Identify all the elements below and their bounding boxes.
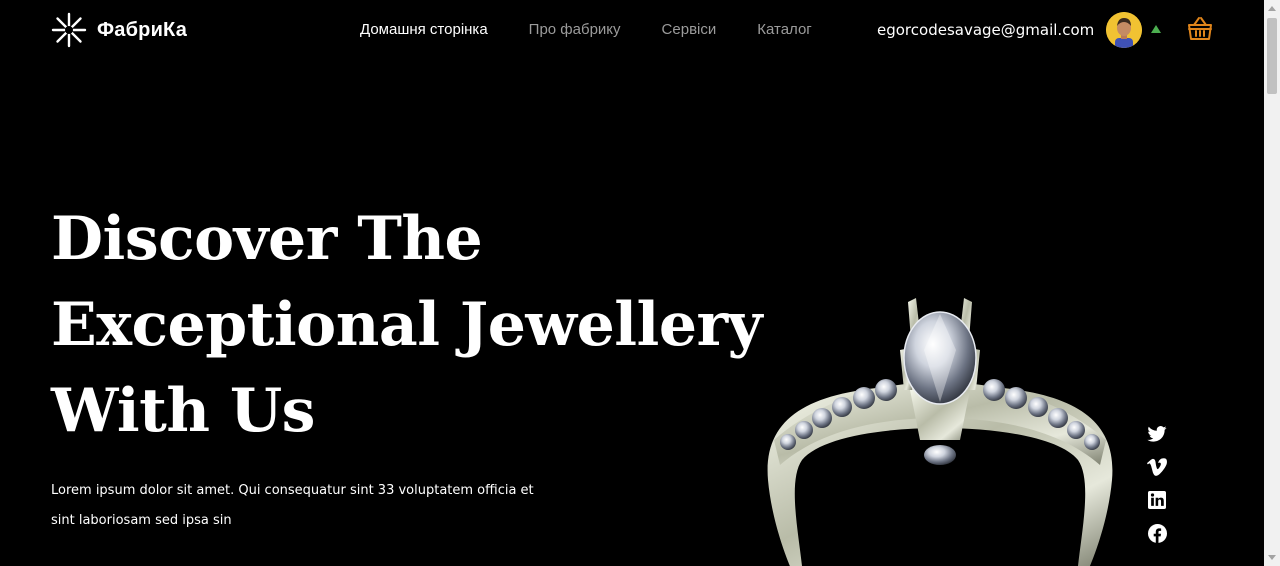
diamond-ring-image (767, 298, 1113, 566)
basket-icon[interactable] (1186, 14, 1214, 42)
hero-title: Discover The Exceptional Jewellery With … (51, 196, 771, 454)
page-scrollbar[interactable] (1264, 0, 1280, 566)
hero-title-line: Discover The (51, 204, 483, 274)
linkedin-icon[interactable] (1146, 490, 1168, 510)
hero-title-line: Exceptional Jewellery (51, 290, 763, 360)
nav-item-home[interactable]: Домашня сторінка (360, 20, 488, 40)
vimeo-icon[interactable] (1146, 457, 1168, 477)
facebook-icon[interactable] (1146, 523, 1168, 543)
user-avatar-icon (1106, 12, 1142, 48)
social-links (1146, 424, 1168, 543)
scroll-thumb[interactable] (1267, 18, 1277, 94)
nav-item-about[interactable]: Про фабрику (529, 20, 621, 40)
brand-logo[interactable]: ФабриКа (51, 11, 187, 49)
nav-item-catalog[interactable]: Каталог (757, 20, 812, 40)
brand-name: ФабриКа (97, 18, 188, 41)
nav-item-services[interactable]: Сервіси (662, 20, 717, 40)
scroll-up-arrow-icon[interactable] (1268, 6, 1276, 11)
scroll-down-arrow-icon[interactable] (1268, 555, 1276, 560)
twitter-icon[interactable] (1146, 424, 1168, 444)
main-nav: Домашня сторінка Про фабрику Сервіси Кат… (360, 20, 853, 40)
user-menu-caret-icon[interactable] (1151, 25, 1161, 33)
hero-subtitle: Lorem ipsum dolor sit amet. Qui consequa… (51, 483, 534, 528)
user-email[interactable]: egorcodesavage@gmail.com (877, 20, 1094, 40)
hero-title-line: With Us (51, 376, 315, 446)
avatar[interactable] (1106, 12, 1142, 48)
asterisk-star-icon (51, 12, 87, 48)
